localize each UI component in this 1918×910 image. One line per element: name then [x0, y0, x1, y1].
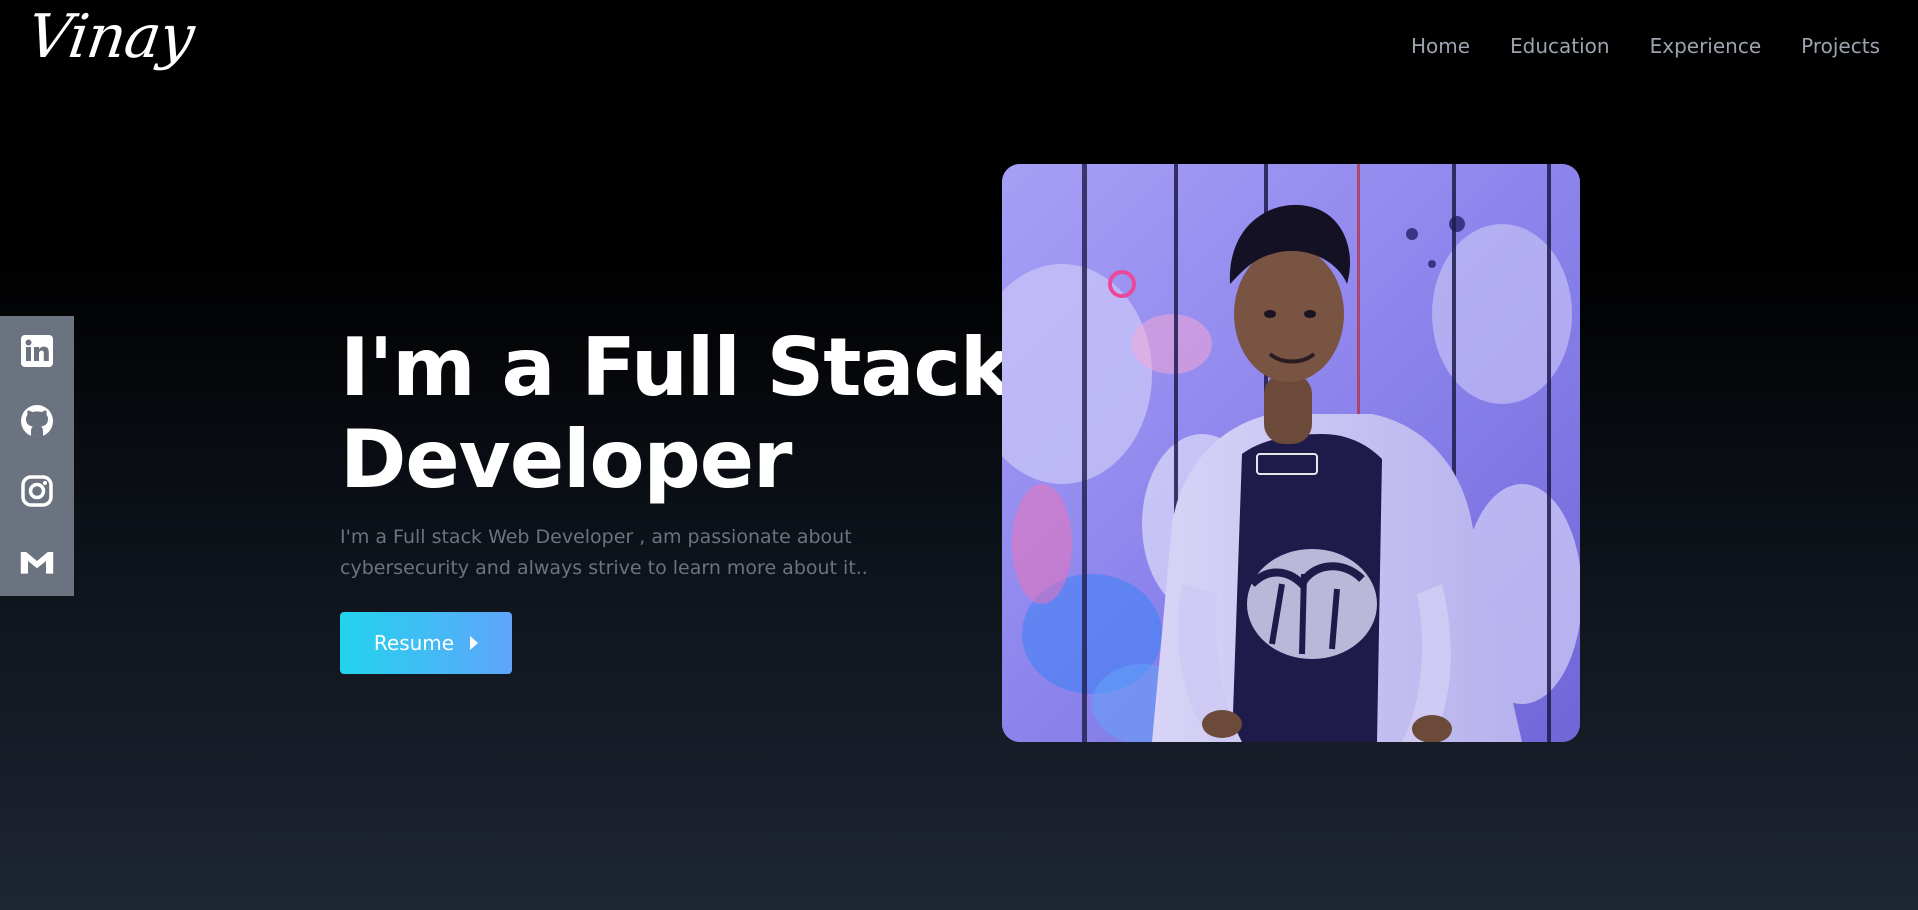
- top-nav: Home Education Experience Projects: [1411, 34, 1880, 58]
- nav-experience[interactable]: Experience: [1650, 34, 1762, 58]
- github-icon[interactable]: [19, 403, 55, 439]
- logo[interactable]: Vinay: [23, 2, 198, 72]
- gmail-icon[interactable]: [19, 543, 55, 579]
- social-sidebar: [0, 316, 74, 596]
- hero-description: I'm a Full stack Web Developer , am pass…: [340, 526, 868, 579]
- instagram-icon[interactable]: [19, 473, 55, 509]
- hero-title: I'm a Full Stack Developer: [340, 321, 1013, 506]
- linkedin-icon[interactable]: [19, 333, 55, 369]
- caret-right-icon: [470, 636, 479, 650]
- resume-button[interactable]: Resume: [340, 612, 512, 674]
- nav-education[interactable]: Education: [1510, 34, 1610, 58]
- nav-projects[interactable]: Projects: [1801, 34, 1880, 58]
- profile-photo: [1002, 164, 1580, 742]
- nav-home[interactable]: Home: [1411, 34, 1470, 58]
- resume-label: Resume: [373, 631, 455, 655]
